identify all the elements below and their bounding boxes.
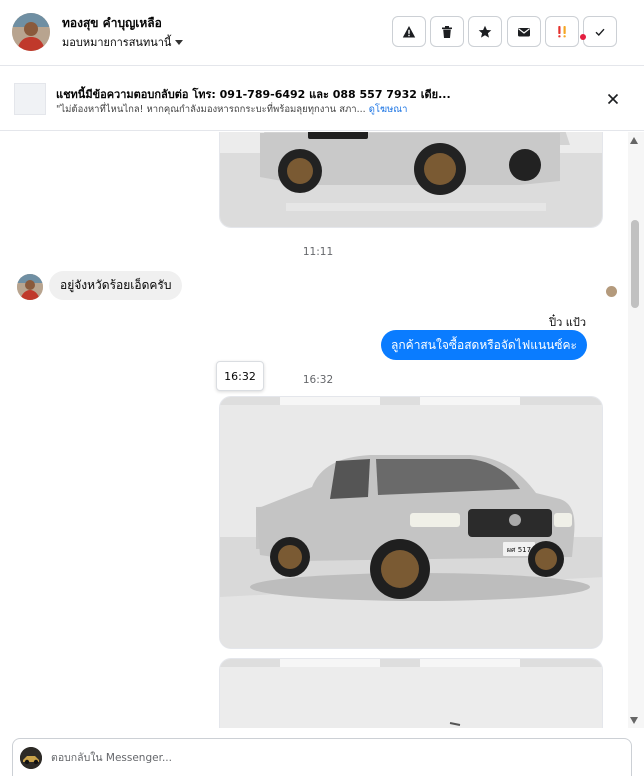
assign-conversation-dropdown[interactable]: มอบหมายการสนทนานี้ (62, 33, 184, 51)
message-photo[interactable] (219, 658, 603, 728)
caret-down-icon (175, 39, 184, 45)
timestamp: 16:32 (302, 374, 334, 386)
scroll-up-arrow-icon[interactable] (630, 137, 638, 144)
notification-dot (580, 34, 586, 40)
scroll-down-arrow-icon[interactable] (630, 717, 638, 724)
envelope-icon (518, 27, 530, 36)
report-button[interactable] (392, 16, 426, 47)
star-button[interactable] (468, 16, 502, 47)
check-icon (595, 28, 605, 36)
banner-subtitle: "ไม่ต้องหาที่ไหนไกล! หากคุณกำลังมองหารถก… (56, 102, 407, 117)
page-avatar (20, 747, 42, 769)
ad-thumbnail (14, 83, 46, 115)
conversation-header: ทองสุข คำบุญเหลือ มอบหมายการสนทนานี้ (0, 0, 644, 66)
banner-title: แชทนี้มีข้อความตอบกลับต่อ โทร: 091-789-6… (56, 88, 451, 101)
timestamp-tooltip: 16:32 (216, 361, 264, 391)
outgoing-sender-name: ปิ๋ว แป้ว (549, 316, 586, 329)
timestamp: 11:11 (302, 246, 334, 258)
contact-name[interactable]: ทองสุข คำบุญเหลือ (62, 14, 162, 33)
delete-button[interactable] (430, 16, 464, 47)
contact-avatar-small[interactable] (17, 274, 43, 300)
close-icon[interactable] (605, 91, 621, 107)
star-icon (478, 25, 492, 38)
mark-spam-button[interactable] (545, 16, 579, 47)
exclamation-icon (558, 25, 566, 37)
mark-unread-button[interactable] (507, 16, 541, 47)
message-photo[interactable]: ผศ 517 (219, 396, 603, 649)
license-plate: ผศ 517 (507, 546, 531, 554)
message-thread[interactable]: 11:11 อยู่จังหวัดร้อยเอ็ดครับ ปิ๋ว แป้ว … (0, 132, 628, 728)
scrollbar-thumb[interactable] (631, 220, 639, 308)
trash-icon (442, 25, 452, 38)
message-photo[interactable] (219, 132, 603, 228)
assign-label: มอบหมายการสนทนานี้ (62, 36, 172, 49)
mark-done-button[interactable] (583, 16, 617, 47)
read-receipt-avatar (606, 286, 617, 297)
incoming-message-bubble[interactable]: อยู่จังหวัดร้อยเอ็ดครับ (49, 271, 183, 300)
outgoing-message-bubble[interactable]: ลูกค้าสนใจซื้อสดหรือจัดไฟแนนซ์คะ (381, 330, 587, 360)
contact-avatar[interactable] (12, 13, 50, 51)
view-ad-link[interactable]: ดูโฆษณา (369, 104, 408, 115)
reply-input[interactable] (51, 750, 591, 766)
ad-reply-banner: แชทนี้มีข้อความตอบกลับต่อ โทร: 091-789-6… (0, 67, 644, 131)
banner-ad-text: "ไม่ต้องหาที่ไหนไกล! หากคุณกำลังมองหารถก… (56, 104, 366, 115)
warning-icon (402, 25, 416, 37)
reply-composer (12, 738, 632, 776)
